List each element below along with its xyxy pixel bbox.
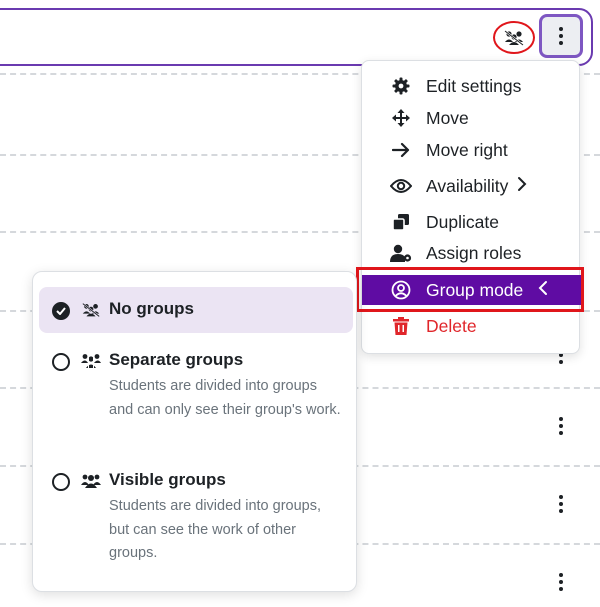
option-title: Visible groups bbox=[109, 470, 226, 489]
separate-groups-icon bbox=[81, 352, 101, 370]
kebab-icon bbox=[559, 27, 563, 45]
menu-item-delete[interactable]: Delete bbox=[362, 311, 581, 341]
option-separate-groups[interactable]: Separate groups Students are divided int… bbox=[39, 346, 353, 446]
menu-item-label: Assign roles bbox=[426, 242, 522, 263]
menu-item-duplicate[interactable]: Duplicate bbox=[362, 207, 581, 237]
kebab-icon bbox=[559, 573, 563, 591]
kebab-icon bbox=[559, 417, 563, 435]
no-groups-icon bbox=[504, 29, 524, 46]
menu-item-move[interactable]: Move bbox=[362, 103, 581, 133]
visible-groups-icon bbox=[81, 472, 101, 490]
group-mode-highlight bbox=[356, 267, 584, 312]
row-actions-button[interactable] bbox=[552, 414, 570, 438]
trash-icon bbox=[390, 315, 412, 337]
user-gear-icon bbox=[390, 242, 412, 264]
move-arrows-icon bbox=[390, 107, 412, 129]
menu-item-assign-roles[interactable]: Assign roles bbox=[362, 238, 581, 268]
selected-check-icon bbox=[52, 302, 70, 320]
radio-button[interactable] bbox=[52, 353, 70, 371]
arrow-right-icon bbox=[390, 139, 412, 161]
menu-item-label: Move right bbox=[426, 139, 508, 160]
group-mode-submenu: No groups Separate groups Students are d… bbox=[32, 271, 357, 592]
eye-icon bbox=[390, 175, 412, 197]
duplicate-icon bbox=[390, 211, 412, 233]
kebab-icon bbox=[559, 495, 563, 513]
no-groups-icon bbox=[81, 301, 101, 319]
option-visible-groups[interactable]: Visible groups Students are divided into… bbox=[39, 466, 353, 566]
menu-item-edit-settings[interactable]: Edit settings bbox=[362, 71, 581, 101]
menu-item-label: Edit settings bbox=[426, 75, 522, 96]
menu-item-move-right[interactable]: Move right bbox=[362, 135, 581, 165]
radio-button[interactable] bbox=[52, 473, 70, 491]
option-description: Students are divided into groups and can… bbox=[109, 378, 341, 418]
option-title: No groups bbox=[109, 299, 194, 318]
menu-item-label: Duplicate bbox=[426, 211, 499, 232]
option-title: Separate groups bbox=[109, 350, 244, 369]
menu-item-label: Delete bbox=[426, 315, 477, 336]
group-mode-indicator[interactable] bbox=[493, 21, 535, 54]
chevron-right-icon bbox=[517, 176, 527, 197]
activity-actions-button[interactable] bbox=[539, 14, 583, 58]
menu-item-label: Move bbox=[426, 107, 469, 128]
gear-icon bbox=[390, 75, 412, 97]
row-actions-button[interactable] bbox=[552, 570, 570, 594]
option-no-groups[interactable]: No groups bbox=[39, 287, 353, 333]
option-description: Students are divided into groups, but ca… bbox=[109, 498, 321, 561]
row-actions-button[interactable] bbox=[552, 492, 570, 516]
menu-item-label: Availability bbox=[426, 175, 509, 196]
menu-item-availability[interactable]: Availability bbox=[362, 171, 581, 201]
